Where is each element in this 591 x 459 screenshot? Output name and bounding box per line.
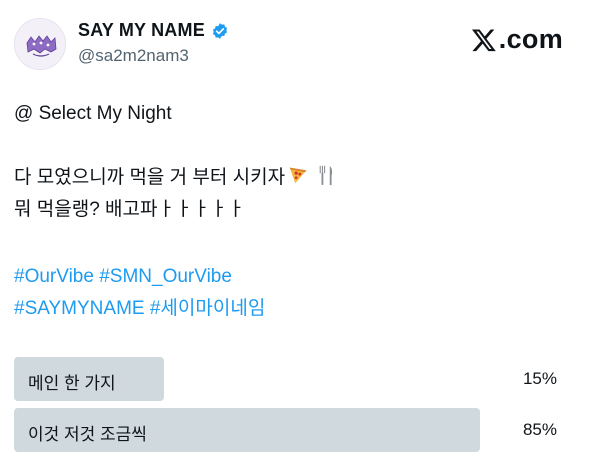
post-line-3: 뭐 먹을랭? 배고파ㅏㅏㅏㅏㅏ (14, 199, 245, 220)
purple-logo-avatar-icon (15, 19, 65, 69)
post-line-2: 다 모였으니까 먹을 거 부터 시키자 (14, 163, 337, 196)
tweet-header: SAY MY NAME @sa2m2nam3 .com (14, 14, 577, 74)
avatar[interactable] (14, 18, 66, 70)
display-name[interactable]: SAY MY NAME (78, 20, 205, 41)
pizza-emoji-icon (287, 164, 309, 196)
poll-option-label: 이것 저것 조금씩 (28, 425, 147, 444)
hashtag-link[interactable]: #세이마이네임 (150, 298, 265, 319)
fork-knife-emoji-icon (317, 164, 337, 196)
hashtag-link[interactable]: #OurVibe (14, 266, 94, 287)
post-line-2-text: 다 모였으니까 먹을 거 부터 시키자 (14, 167, 286, 188)
x-com-brand: .com (471, 24, 563, 55)
hashtag-link[interactable]: #SMN_OurVibe (99, 266, 232, 287)
handle[interactable]: @sa2m2nam3 (78, 46, 189, 66)
poll-option-1[interactable]: 메인 한 가지 15% (14, 357, 577, 401)
poll-option-percent: 15% (522, 369, 557, 388)
hashtag-link[interactable]: #SAYMYNAME (14, 298, 145, 319)
poll-option-2[interactable]: 이것 저것 조금씩 85% (14, 408, 577, 452)
poll-option-percent: 85% (522, 420, 557, 439)
verified-badge-icon (212, 22, 227, 39)
post-line-1: @ Select My Night (14, 103, 172, 124)
x-logo-icon (471, 28, 496, 51)
hashtags-line-2: #SAYMYNAME #세이마이네임 (14, 294, 265, 324)
x-com-text: .com (498, 24, 563, 54)
poll-option-label: 메인 한 가지 (28, 374, 116, 393)
hashtags-line-1: #OurVibe #SMN_OurVibe (14, 262, 232, 292)
